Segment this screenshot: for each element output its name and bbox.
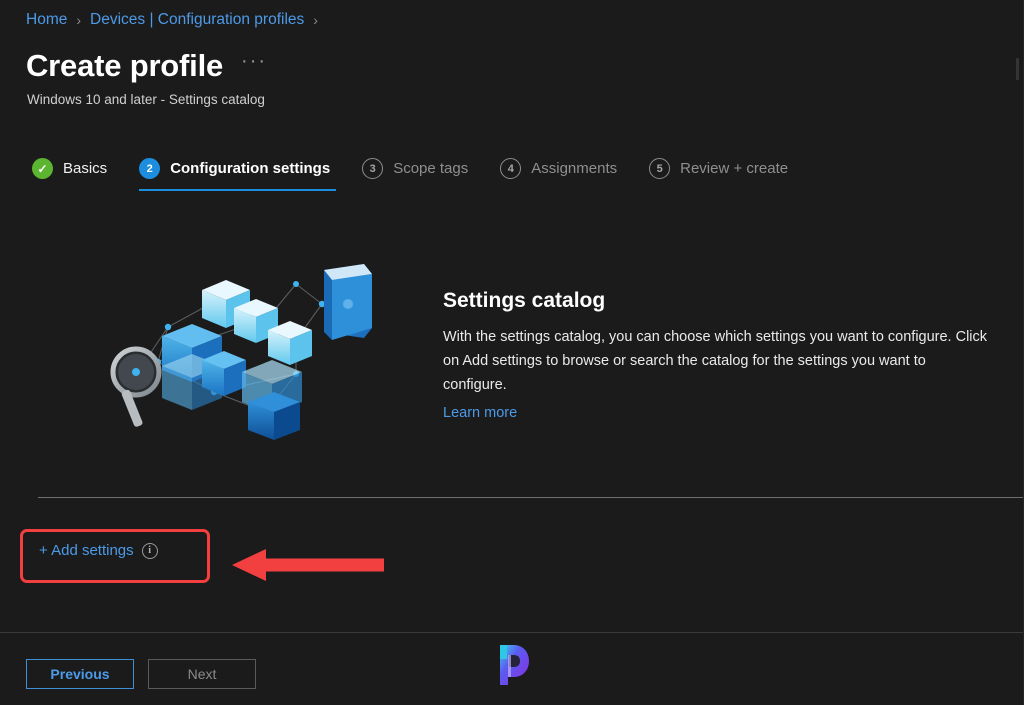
step-complete-check-icon: ✓	[32, 158, 53, 179]
title-row: Create profile ···	[26, 48, 267, 84]
wizard-step-review-create[interactable]: 5 Review + create	[649, 158, 788, 191]
wizard-step-nav: ✓ Basics 2 Configuration settings 3 Scop…	[32, 158, 820, 191]
wizard-step-scope-tags[interactable]: 3 Scope tags	[362, 158, 468, 191]
add-settings-label: + Add settings	[39, 542, 134, 559]
learn-more-link[interactable]: Learn more	[443, 405, 517, 421]
wizard-step-label: Basics	[63, 160, 108, 177]
chevron-right-icon: ›	[76, 12, 82, 28]
hero-title: Settings catalog	[443, 289, 606, 312]
section-divider	[38, 497, 1024, 498]
footer-button-group: Previous Next	[26, 659, 256, 689]
step-number-badge: 3	[362, 158, 384, 179]
step-number-badge: 5	[649, 158, 671, 179]
brand-logo-icon	[492, 641, 532, 689]
hero-description: With the settings catalog, you can choos…	[443, 329, 988, 393]
breadcrumb-item-home[interactable]: Home	[26, 11, 67, 29]
more-options-icon[interactable]: ···	[241, 51, 267, 79]
breadcrumb: Home › Devices | Configuration profiles …	[26, 11, 327, 29]
wizard-step-label: Assignments	[531, 160, 618, 177]
info-icon[interactable]: i	[141, 542, 158, 559]
add-settings-button[interactable]: + Add settings i	[39, 542, 158, 559]
wizard-step-label: Review + create	[680, 160, 789, 177]
settings-catalog-illustration	[96, 262, 396, 447]
create-profile-page: Home › Devices | Configuration profiles …	[0, 0, 1024, 705]
wizard-step-basics[interactable]: ✓ Basics	[32, 158, 107, 191]
wizard-step-label: Configuration settings	[170, 160, 331, 177]
page-title: Create profile	[26, 48, 224, 83]
next-button: Next	[148, 659, 256, 689]
wizard-step-label: Scope tags	[393, 160, 469, 177]
panel-edge-marker	[1016, 58, 1019, 80]
step-number-badge: 4	[500, 158, 522, 179]
annotation-arrow-icon	[232, 548, 384, 582]
wizard-step-configuration-settings[interactable]: 2 Configuration settings	[139, 158, 337, 191]
wizard-step-assignments[interactable]: 4 Assignments	[500, 158, 617, 191]
hero-text-block: Settings catalog With the settings catal…	[443, 289, 1003, 422]
chevron-right-icon: ›	[313, 12, 318, 28]
page-subtitle: Windows 10 and later - Settings catalog	[27, 92, 265, 107]
step-number-badge: 2	[139, 158, 161, 179]
breadcrumb-item-configuration-profiles[interactable]: Devices | Configuration profiles	[90, 11, 304, 29]
previous-button[interactable]: Previous	[26, 659, 134, 689]
